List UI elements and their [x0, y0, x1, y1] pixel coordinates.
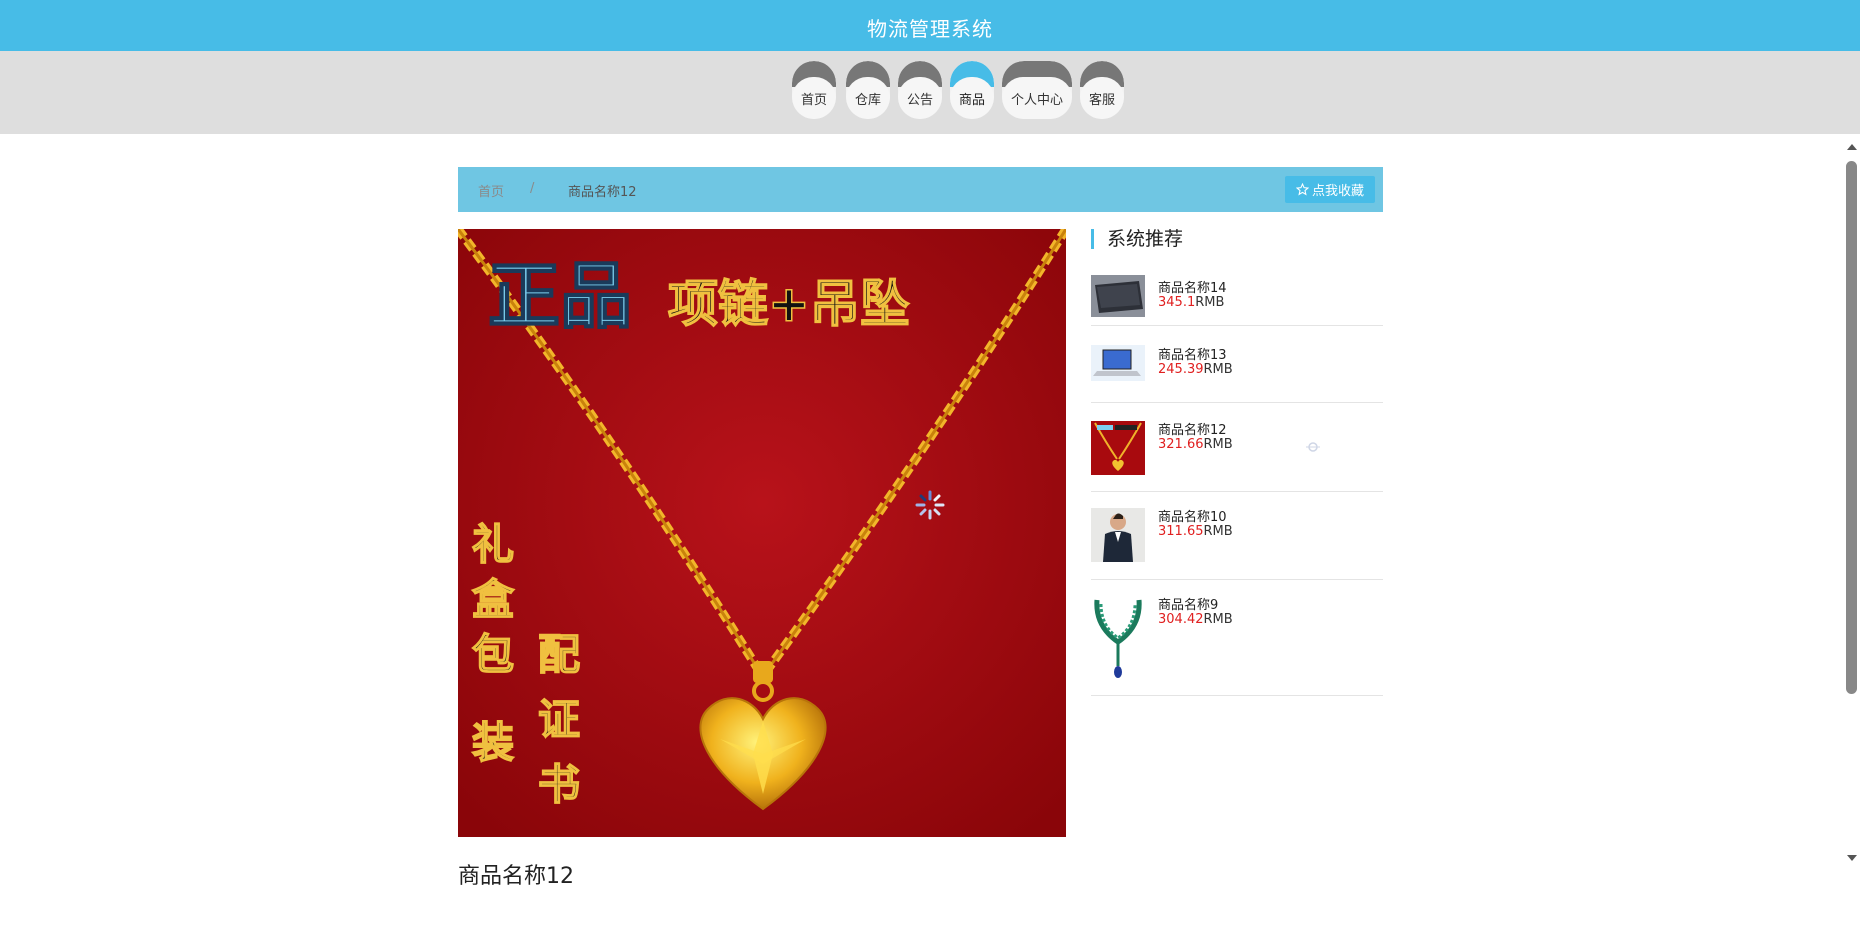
- breadcrumb-current: 商品名称12: [568, 185, 637, 200]
- scroll-down-arrow-icon[interactable]: [1847, 855, 1857, 861]
- product-title: 商品名称12: [458, 864, 574, 889]
- recommend-item-name: 商品名称14: [1158, 281, 1227, 296]
- recommend-item-name: 商品名称13: [1158, 348, 1227, 363]
- top-header-bar: 物流管理系统: [0, 0, 1860, 51]
- app-title: 物流管理系统: [867, 17, 993, 41]
- recommend-item[interactable]: 商品名称9 304.42RMB: [1091, 580, 1383, 696]
- product-thumbnail: [1091, 275, 1145, 317]
- breadcrumb: 首页 / 商品名称12 点我收藏: [458, 167, 1383, 212]
- recommend-item-name: 商品名称10: [1158, 510, 1227, 525]
- nav-item-label: 个人中心: [1002, 77, 1072, 119]
- favorite-button[interactable]: 点我收藏: [1285, 176, 1375, 203]
- main-nav: 首页 仓库 公告 商品 个人中心 客服: [0, 51, 1860, 134]
- recommend-item-name: 商品名称12: [1158, 423, 1227, 438]
- recommend-title: 系统推荐: [1091, 229, 1183, 249]
- page-scrollbar[interactable]: [1843, 134, 1860, 938]
- image-banner-text-1: 正品: [488, 253, 632, 338]
- breadcrumb-separator: /: [530, 181, 535, 196]
- recommend-item-price: 345.1RMB: [1158, 295, 1225, 310]
- recommend-item-price: 311.65RMB: [1158, 524, 1233, 539]
- recommend-item[interactable]: 商品名称12 321.66RMB: [1091, 403, 1383, 492]
- nav-item-label: 仓库: [846, 77, 890, 119]
- recommend-item[interactable]: 商品名称10 311.65RMB: [1091, 492, 1383, 580]
- recommend-item-name: 商品名称9: [1158, 598, 1219, 613]
- nav-item-label: 首页: [792, 77, 836, 119]
- nav-item-warehouse[interactable]: 仓库: [846, 61, 890, 119]
- recommend-item-price: 245.39RMB: [1158, 362, 1233, 377]
- nav-item-products[interactable]: 商品: [950, 61, 994, 119]
- breadcrumb-home-link[interactable]: 首页: [478, 181, 504, 200]
- product-thumbnail: [1091, 421, 1145, 475]
- nav-item-profile[interactable]: 个人中心: [1002, 61, 1072, 119]
- product-thumbnail: [1091, 596, 1145, 680]
- scroll-up-arrow-icon[interactable]: [1847, 144, 1857, 150]
- recommend-item-price: 304.42RMB: [1158, 612, 1233, 627]
- recommend-item[interactable]: 商品名称14 345.1RMB: [1091, 269, 1383, 326]
- recommend-item[interactable]: 商品名称13 245.39RMB: [1091, 326, 1383, 403]
- nav-item-label: 客服: [1080, 77, 1124, 119]
- nav-item-service[interactable]: 客服: [1080, 61, 1124, 119]
- product-thumbnail: [1091, 508, 1145, 562]
- loading-spinner-icon: [915, 490, 945, 520]
- product-main-image: 正品 项链+吊坠 礼 盒 包 装 配 证 书: [458, 229, 1066, 837]
- mouse-cursor-icon: [1306, 442, 1320, 452]
- recommend-item-price: 321.66RMB: [1158, 437, 1233, 452]
- product-thumbnail: [1091, 345, 1145, 381]
- product-image-art: 正品 项链+吊坠 礼 盒 包 装 配 证 书: [458, 229, 1066, 837]
- image-banner-text-2: 项链+吊坠: [668, 274, 910, 333]
- nav-item-label: 商品: [950, 77, 994, 119]
- nav-item-notice[interactable]: 公告: [898, 61, 942, 119]
- scrollbar-thumb[interactable]: [1846, 161, 1857, 694]
- star-outline-icon: [1295, 183, 1309, 196]
- main-content: 首页 / 商品名称12 点我收藏 正品 项链+吊坠 礼 盒 包 装 配 证 书 …: [0, 134, 1860, 938]
- nav-item-label: 公告: [898, 77, 942, 119]
- favorite-button-label: 点我收藏: [1311, 184, 1364, 199]
- nav-item-home[interactable]: 首页: [792, 61, 836, 119]
